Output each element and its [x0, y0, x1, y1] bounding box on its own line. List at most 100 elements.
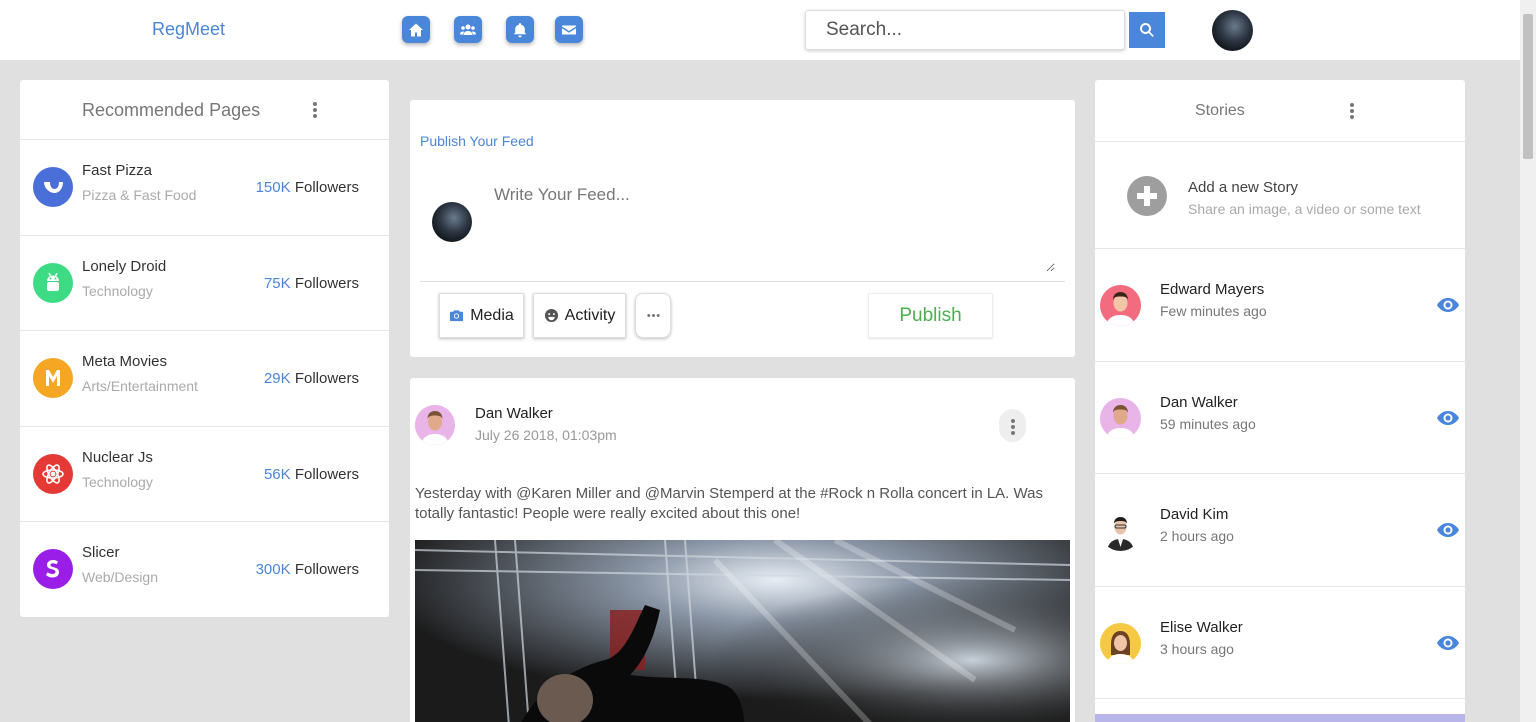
add-story-title[interactable]: Add a new Story: [1188, 179, 1298, 196]
atom-logo-icon: [33, 453, 73, 494]
story-item[interactable]: Elise Walker 3 hours ago: [1095, 587, 1465, 699]
page-item[interactable]: Lonely Droid Technology 75K Followers: [20, 236, 389, 331]
add-story-subtitle: Share an image, a video or some text: [1188, 201, 1421, 217]
page-item[interactable]: Slicer Web/Design 300K Followers: [20, 522, 389, 618]
recommended-more-icon[interactable]: [312, 102, 318, 120]
camera-icon: [450, 310, 464, 322]
stories-header: Stories: [1095, 80, 1465, 142]
stories-footer-bar[interactable]: [1095, 714, 1465, 722]
story-avatar[interactable]: [1100, 397, 1141, 439]
search-input[interactable]: [805, 10, 1125, 50]
page-category: Technology: [82, 473, 153, 490]
followers-count: 29K: [263, 370, 291, 387]
recommended-pages-list: Fast Pizza Pizza & Fast Food 150K Follow…: [20, 140, 389, 618]
pizza-logo-icon: [33, 167, 73, 207]
story-user-name[interactable]: Edward Mayers: [1160, 281, 1264, 298]
search-button[interactable]: [1129, 12, 1165, 48]
bell-icon: [513, 22, 527, 37]
story-user-name[interactable]: David Kim: [1160, 506, 1228, 523]
followers-count: 300K: [255, 561, 291, 578]
nav-messages-button[interactable]: [555, 16, 583, 43]
ellipsis-icon: [646, 314, 660, 317]
story-item[interactable]: Edward Mayers Few minutes ago: [1095, 249, 1465, 362]
story-avatar[interactable]: [1100, 510, 1141, 551]
page-item[interactable]: Meta Movies Arts/Entertainment 29K Follo…: [20, 331, 389, 427]
envelope-icon: [562, 25, 576, 34]
followers-label: Followers: [294, 274, 359, 292]
more-options-button[interactable]: [635, 293, 671, 338]
page-category: Web/Design: [82, 569, 159, 585]
activity-label: Activity: [564, 306, 616, 324]
page-followers: 300K Followers: [256, 561, 359, 578]
stories-card: Stories Add a new Story Share an image, …: [1095, 80, 1465, 722]
top-bar: RegMeet: [0, 0, 1520, 60]
story-user-name[interactable]: Elise Walker: [1160, 619, 1243, 636]
nav-home-button[interactable]: [402, 16, 430, 43]
page-name[interactable]: Nuclear Js: [82, 449, 153, 466]
story-time: 59 minutes ago: [1160, 415, 1256, 432]
composer-avatar: [432, 202, 472, 242]
story-user-name[interactable]: Dan Walker: [1160, 394, 1238, 411]
scrollbar-thumb[interactable]: [1523, 14, 1533, 159]
recommended-pages-card: Recommended Pages Fast Pizza Pizza & Fas…: [20, 80, 389, 617]
home-icon: [409, 23, 423, 36]
nav-notifications-button[interactable]: [506, 16, 534, 43]
story-avatar[interactable]: [1100, 285, 1141, 326]
page-scrollbar[interactable]: [1520, 0, 1536, 722]
story-avatar[interactable]: [1100, 622, 1141, 664]
followers-count: 75K: [263, 274, 291, 292]
media-button[interactable]: Media: [439, 293, 524, 338]
recommended-pages-header: Recommended Pages: [20, 80, 389, 140]
eye-icon[interactable]: [1436, 635, 1460, 651]
eye-icon[interactable]: [1436, 410, 1460, 426]
post-author-avatar[interactable]: [415, 405, 455, 445]
followers-label: Followers: [294, 561, 359, 578]
followers-count: 150K: [255, 179, 291, 196]
recommended-pages-title: Recommended Pages: [82, 100, 261, 120]
page-followers: 150K Followers: [256, 179, 359, 196]
post-author-name[interactable]: Dan Walker: [475, 405, 553, 422]
publish-button[interactable]: Publish: [868, 293, 993, 338]
page-item[interactable]: Nuclear Js Technology 56K Followers: [20, 427, 389, 522]
feed-textarea[interactable]: [482, 175, 1055, 272]
stories-more-icon[interactable]: [1349, 103, 1355, 121]
eye-icon[interactable]: [1436, 297, 1460, 313]
feed-post: Dan Walker July 26 2018, 01:03pm Yesterd…: [410, 378, 1075, 722]
story-item[interactable]: Dan Walker 59 minutes ago: [1095, 362, 1465, 474]
page-followers: 56K Followers: [264, 466, 359, 483]
brand-logo[interactable]: RegMeet: [152, 19, 225, 40]
post-timestamp: July 26 2018, 01:03pm: [475, 427, 617, 443]
story-item[interactable]: David Kim 2 hours ago: [1095, 474, 1465, 587]
post-image[interactable]: [415, 540, 1070, 722]
followers-label: Followers: [294, 179, 359, 196]
page-name[interactable]: Lonely Droid: [82, 258, 166, 275]
page-name[interactable]: Fast Pizza: [82, 162, 152, 179]
page-name[interactable]: Meta Movies: [82, 353, 167, 370]
smile-icon: [544, 308, 558, 323]
page-name[interactable]: Slicer: [82, 544, 120, 561]
page-category: Pizza & Fast Food: [82, 187, 197, 203]
story-time: 2 hours ago: [1160, 528, 1234, 544]
eye-icon[interactable]: [1436, 522, 1460, 538]
plus-circle-icon[interactable]: [1127, 176, 1167, 216]
nav-groups-button[interactable]: [454, 16, 482, 43]
page-followers: 29K Followers: [264, 370, 359, 387]
followers-count: 56K: [263, 465, 291, 483]
post-more-icon: [1010, 419, 1016, 437]
add-story-item[interactable]: Add a new Story Share an image, a video …: [1095, 142, 1465, 249]
composer-divider: [420, 281, 1065, 282]
publish-feed-title: Publish Your Feed: [420, 133, 534, 149]
user-avatar[interactable]: [1212, 10, 1253, 51]
story-time: 3 hours ago: [1160, 640, 1234, 657]
search-icon: [1140, 23, 1154, 37]
media-label: Media: [470, 306, 514, 324]
slicer-logo-icon: [33, 549, 73, 589]
publish-feed-card: Publish Your Feed Media Activity Publish: [410, 100, 1075, 357]
movie-logo-icon: [33, 358, 73, 398]
activity-button[interactable]: Activity: [533, 293, 626, 338]
stories-title: Stories: [1195, 102, 1245, 119]
page-item[interactable]: Fast Pizza Pizza & Fast Food 150K Follow…: [20, 140, 389, 236]
post-more-button[interactable]: [999, 409, 1026, 442]
page-followers: 75K Followers: [264, 275, 359, 292]
page-category: Technology: [82, 282, 153, 299]
